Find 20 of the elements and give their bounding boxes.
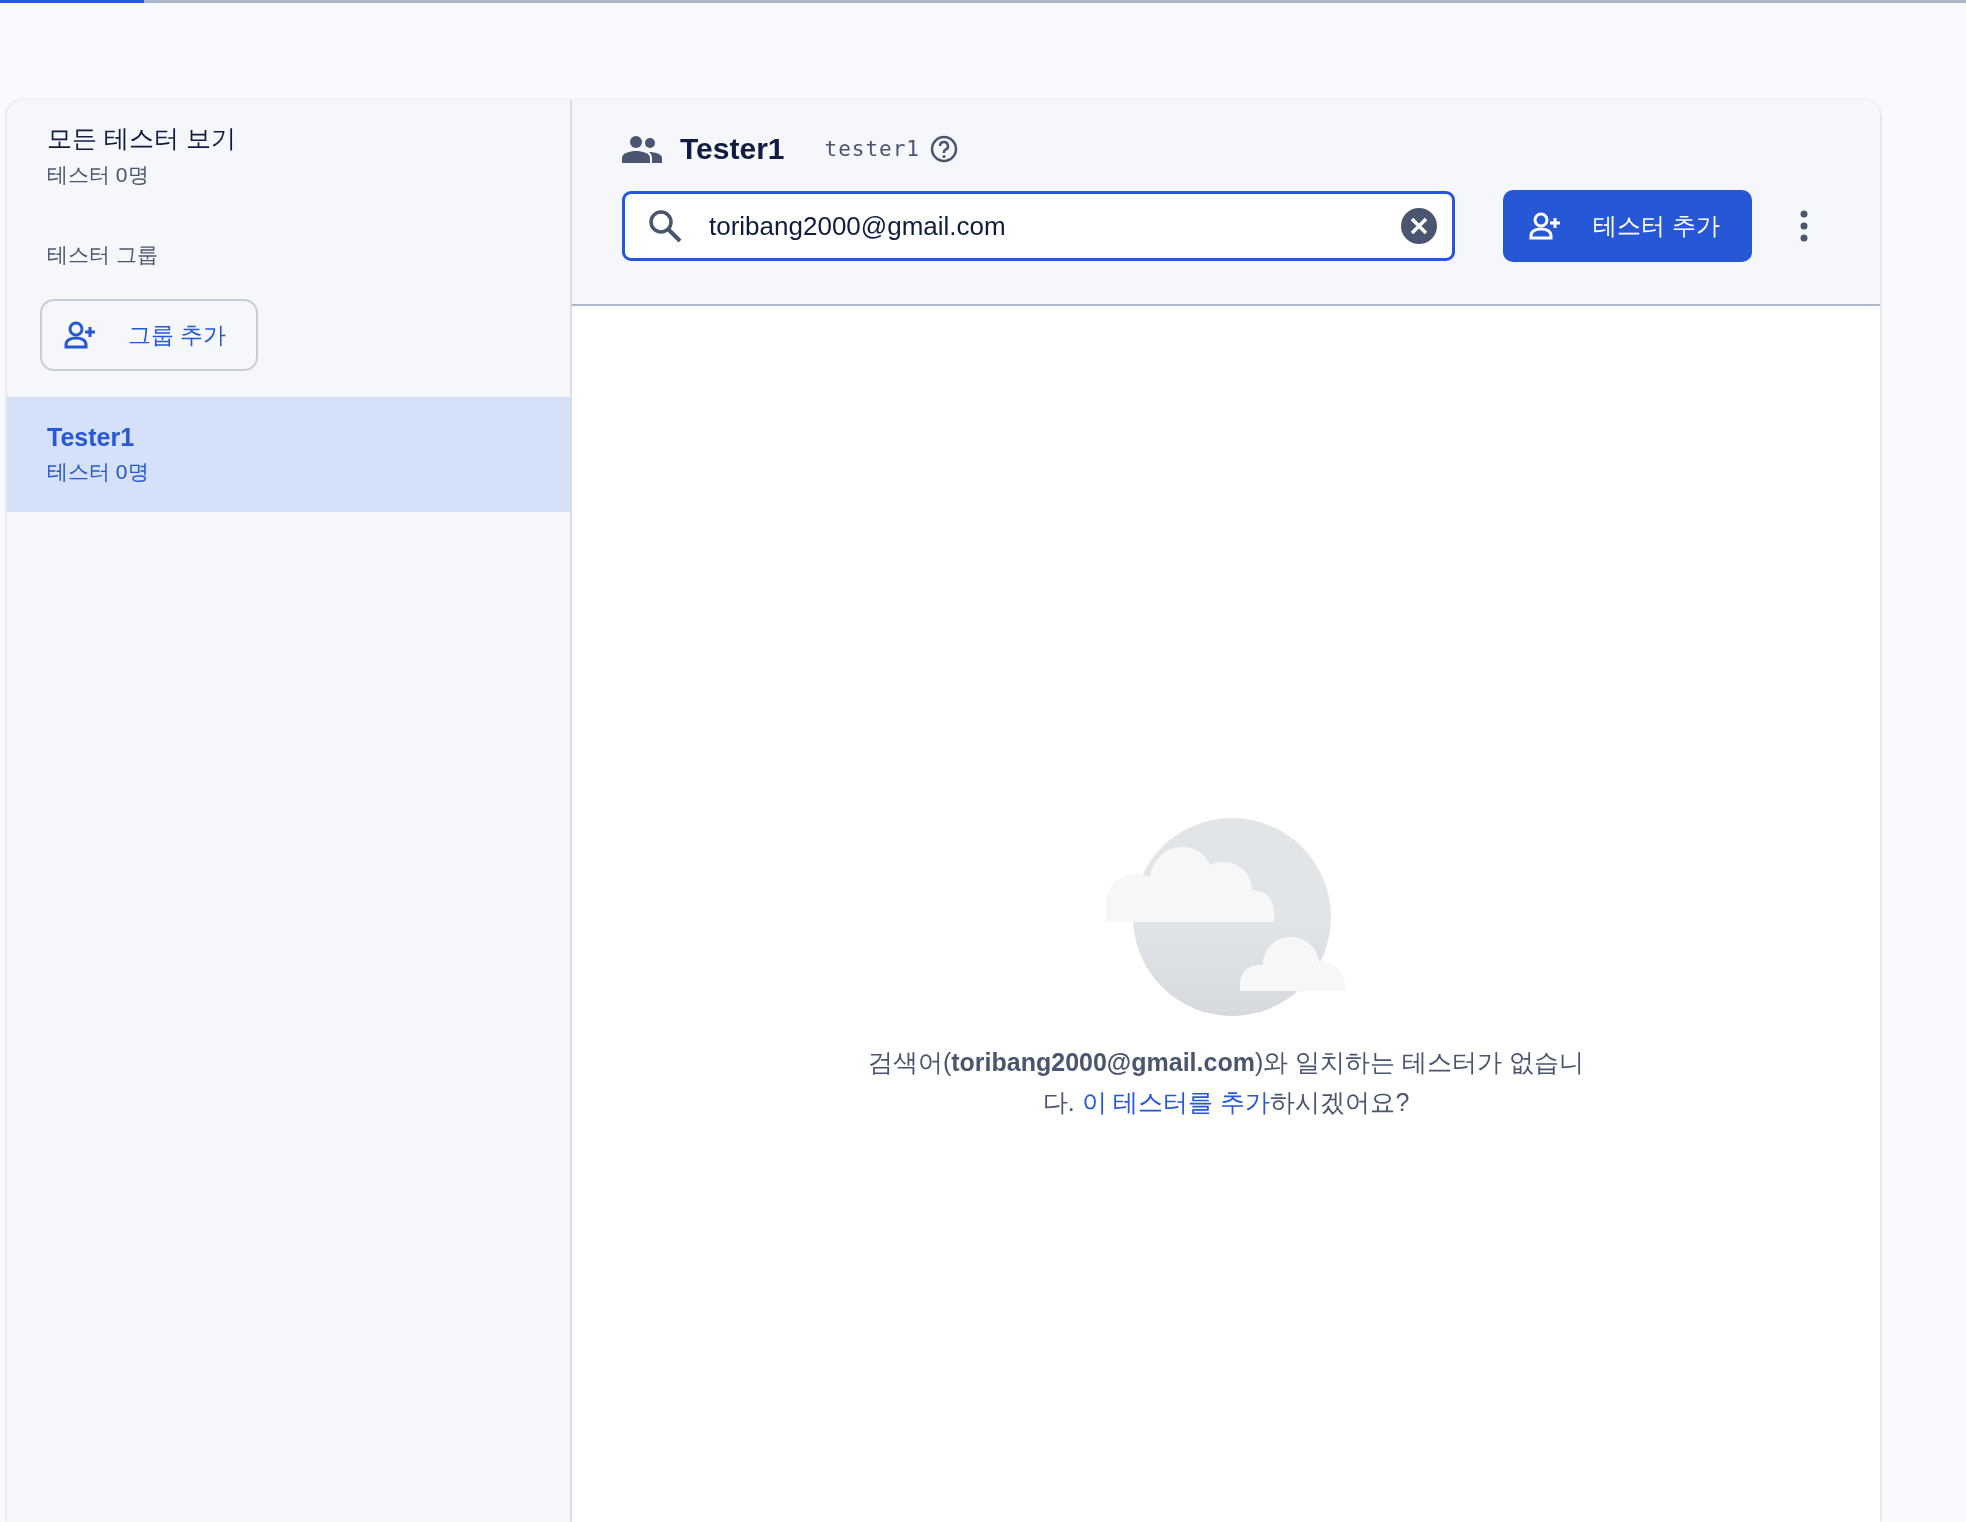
- group-alias: tester1: [824, 137, 921, 161]
- section-heading: 테스터 그룹: [47, 242, 159, 268]
- person-add-icon: [64, 321, 98, 349]
- add-tester-link[interactable]: 이 테스터를 추가: [1081, 1088, 1271, 1116]
- tester-count: 테스터 0명: [47, 162, 150, 188]
- help-icon[interactable]: [930, 135, 959, 163]
- group-item[interactable]: Tester1 테스터 0명: [7, 397, 570, 512]
- person-add-icon: [1529, 212, 1563, 240]
- more-options-button[interactable]: [1799, 210, 1808, 242]
- add-group-button[interactable]: 그룹 추가: [40, 299, 259, 371]
- search-field[interactable]: toribang2000@gmail.com: [622, 191, 1455, 261]
- people-icon: [622, 135, 662, 163]
- tester-count: 테스터 0명: [47, 459, 150, 485]
- search-icon: [648, 209, 682, 243]
- group-name: Tester1: [47, 423, 136, 452]
- all-testers-title[interactable]: 모든 테스터 보기: [47, 122, 570, 155]
- no-results-message: 검색어(toribang2000@gmail.com)와 일치하는 테스터가 없습니다. 이 테스터를 추가하시겠어요?: [866, 1047, 1586, 1118]
- add-tester-button[interactable]: 테스터 추가: [1503, 190, 1752, 262]
- group-title: Tester1: [680, 132, 785, 166]
- clear-button[interactable]: [1401, 208, 1437, 244]
